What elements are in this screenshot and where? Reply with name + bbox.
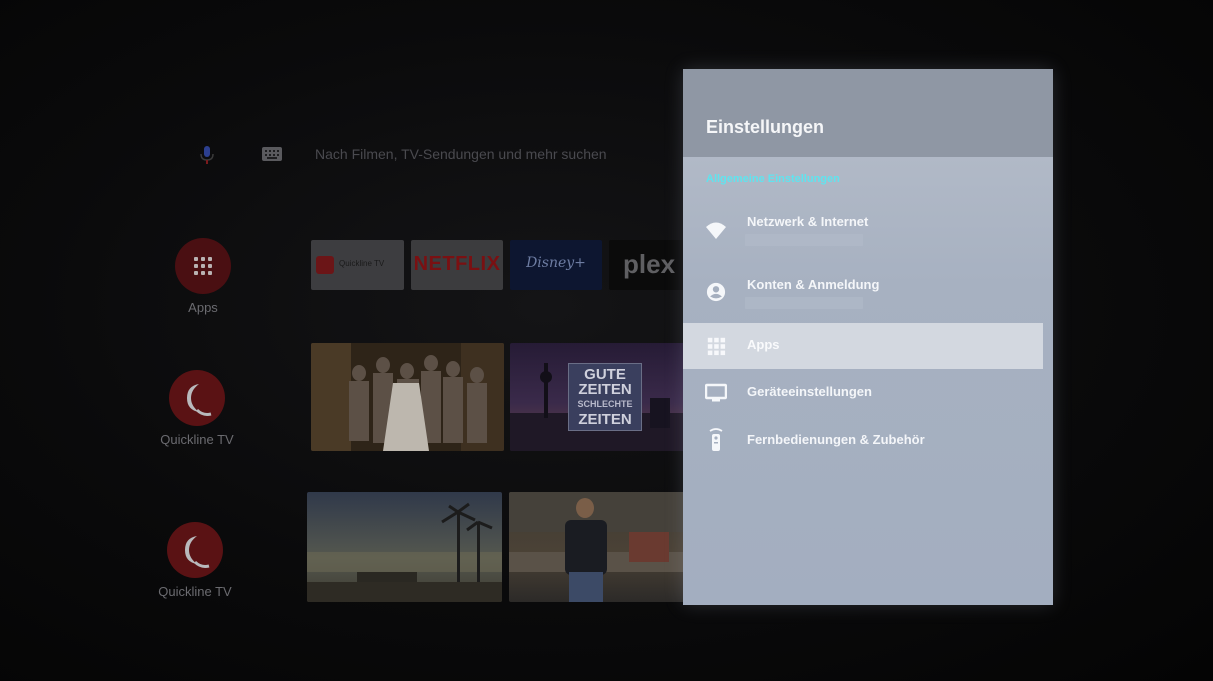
content-thumbnail-gzsz[interactable]: GUTE ZEITEN SCHLECHTE ZEITEN <box>510 343 688 451</box>
settings-item-device[interactable]: Geräteeinstellungen <box>683 370 1053 416</box>
tv-icon <box>705 383 727 402</box>
quickline-logo-icon <box>167 522 223 578</box>
content-thumbnail-beach[interactable] <box>307 492 502 602</box>
app-tile-netflix[interactable]: NETFLIX <box>411 240 503 290</box>
channel-label: Quickline TV <box>158 584 232 599</box>
content-thumbnail-group-photo[interactable] <box>311 343 504 451</box>
mic-icon[interactable] <box>196 144 218 166</box>
settings-item-label: Geräteeinstellungen <box>747 384 872 399</box>
gzsz-logo: GUTE ZEITEN SCHLECHTE ZEITEN <box>568 363 642 431</box>
settings-title: Einstellungen <box>706 117 825 137</box>
remote-icon <box>709 428 723 451</box>
group-photo-image <box>311 343 504 451</box>
channel-quickline-tv[interactable]: Quickline TV <box>142 370 252 447</box>
settings-item-label: Apps <box>747 337 780 352</box>
apps-grid-icon <box>175 238 231 294</box>
beach-sunset-image <box>307 502 502 602</box>
search-placeholder[interactable]: Nach Filmen, TV-Sendungen und mehr suche… <box>315 146 607 162</box>
settings-item-remotes[interactable]: Fernbedienungen & Zubehör <box>683 418 1053 464</box>
section-label-general: Allgemeine Einstellungen <box>706 173 840 185</box>
account-icon <box>706 282 726 302</box>
app-tile-label: NETFLIX <box>413 253 501 275</box>
content-thumbnail-man[interactable] <box>509 492 689 602</box>
app-tile-quickline-tv[interactable]: Quickline TV <box>311 240 404 290</box>
settings-header: Einstellungen <box>683 69 1053 157</box>
keyboard-icon[interactable] <box>262 147 282 161</box>
settings-item-apps[interactable]: Apps <box>683 323 1043 369</box>
apps-grid-icon <box>707 337 726 356</box>
search-bar[interactable]: Nach Filmen, TV-Sendungen und mehr suche… <box>190 140 690 170</box>
settings-item-label: Netzwerk & Internet <box>747 214 869 229</box>
channel-quickline-tv-2[interactable]: Quickline TV <box>140 522 250 599</box>
settings-item-subtitle <box>745 234 863 246</box>
app-tile-label: plex <box>623 249 676 279</box>
settings-item-network[interactable]: Netzwerk & Internet <box>683 207 1053 253</box>
app-tile-label: Disney+ <box>526 255 586 271</box>
settings-item-label: Konten & Anmeldung <box>747 277 880 292</box>
app-tile-plex[interactable]: plex <box>609 240 689 290</box>
tv-screen: Nach Filmen, TV-Sendungen und mehr suche… <box>0 0 1213 681</box>
quickline-logo-icon <box>316 256 334 274</box>
settings-item-label: Fernbedienungen & Zubehör <box>747 432 925 447</box>
quickline-logo-icon <box>169 370 225 426</box>
wifi-icon <box>706 222 726 239</box>
channel-label: Quickline TV <box>160 432 234 447</box>
man-portrait-image <box>509 492 689 602</box>
app-tile-disney-plus[interactable]: Disney+ <box>510 240 602 290</box>
settings-panel: Einstellungen Allgemeine Einstellungen N… <box>683 69 1053 605</box>
channel-label: Apps <box>188 300 218 315</box>
channel-apps[interactable]: Apps <box>148 238 258 315</box>
settings-item-accounts[interactable]: Konten & Anmeldung <box>683 269 1053 315</box>
app-tile-label: Quickline TV <box>339 259 385 268</box>
settings-item-subtitle <box>745 297 863 309</box>
